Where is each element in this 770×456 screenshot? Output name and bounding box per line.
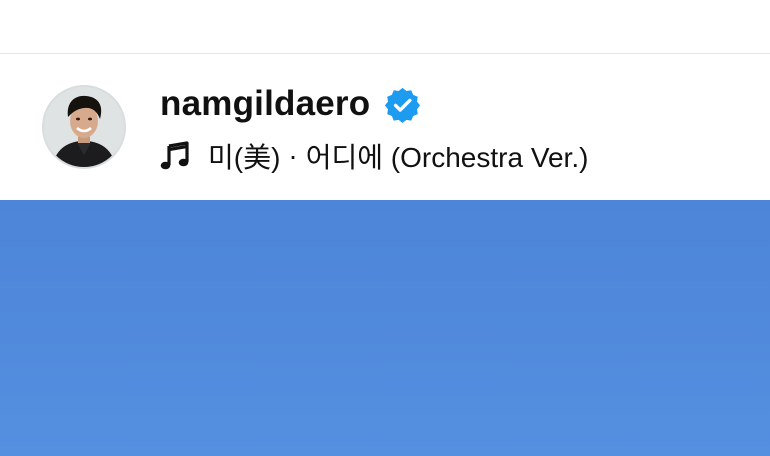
song-title: 미(美) xyxy=(208,142,281,173)
post-header: namgildaero 미(美) · 어디에 (Orchestra Ver.) xyxy=(0,54,770,200)
verified-badge-icon xyxy=(384,86,421,123)
avatar-photo-icon xyxy=(44,87,124,167)
post-media-image[interactable] xyxy=(0,200,770,456)
username-row: namgildaero xyxy=(160,82,421,126)
profile-avatar[interactable] xyxy=(42,85,126,169)
username[interactable]: namgildaero xyxy=(160,84,370,124)
music-note-icon xyxy=(160,141,190,171)
top-bar xyxy=(0,0,770,54)
song-artist-title: 어디에 (Orchestra Ver.) xyxy=(305,142,589,173)
audio-separator: · xyxy=(288,140,298,171)
audio-row[interactable]: 미(美) · 어디에 (Orchestra Ver.) xyxy=(160,137,588,175)
